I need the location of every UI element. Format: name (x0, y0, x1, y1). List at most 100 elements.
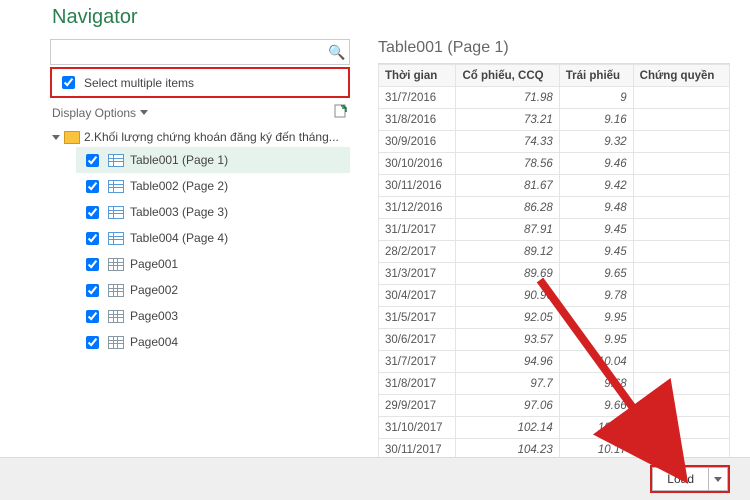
tree-item-checkbox[interactable] (86, 180, 99, 193)
table-cell: 9.45 (559, 219, 633, 241)
select-multiple-label: Select multiple items (84, 76, 194, 90)
table-cell: 104.23 (456, 439, 559, 458)
tree-item-label: Table004 (Page 4) (130, 231, 228, 245)
column-header[interactable]: Cổ phiếu, CCQ (456, 65, 559, 87)
table-row[interactable]: 31/8/201797.79.68 (379, 373, 730, 395)
table-row[interactable]: 30/6/201793.579.95 (379, 329, 730, 351)
table-cell: 30/9/2016 (379, 131, 456, 153)
tree-item-label: Table002 (Page 2) (130, 179, 228, 193)
table-row[interactable]: 31/7/201794.9610.04 (379, 351, 730, 373)
table-row[interactable]: 29/9/201797.069.66 (379, 395, 730, 417)
table-cell: 31/7/2016 (379, 87, 456, 109)
table-cell: 9.46 (559, 153, 633, 175)
tree-item-label: Page001 (130, 257, 178, 271)
tree-item[interactable]: Page001 (76, 251, 350, 277)
table-cell: 10.17 (559, 439, 633, 458)
tree-item-checkbox[interactable] (86, 206, 99, 219)
table-row[interactable]: 30/11/2017104.2310.17 (379, 439, 730, 458)
table-cell (633, 351, 729, 373)
column-header[interactable]: Chứng quyền (633, 65, 729, 87)
table-cell (633, 263, 729, 285)
table-cell: 87.91 (456, 219, 559, 241)
navigator-pane: 🔍 Select multiple items Display Options (50, 39, 350, 457)
table-row[interactable]: 31/7/201671.989 (379, 87, 730, 109)
table-cell: 73.21 (456, 109, 559, 131)
tree-item-checkbox[interactable] (86, 258, 99, 271)
table-cell: 97.7 (456, 373, 559, 395)
tree-item[interactable]: Table001 (Page 1) (76, 147, 350, 173)
load-button[interactable]: Load (652, 467, 709, 491)
tree-item[interactable]: Page002 (76, 277, 350, 303)
table-cell: 31/7/2017 (379, 351, 456, 373)
table-row[interactable]: 31/3/201789.699.65 (379, 263, 730, 285)
tree-item[interactable]: Table003 (Page 3) (76, 199, 350, 225)
table-cell (633, 241, 729, 263)
tree-item-label: Page003 (130, 309, 178, 323)
tree-item-checkbox[interactable] (86, 232, 99, 245)
table-row[interactable]: 31/8/201673.219.16 (379, 109, 730, 131)
table-cell (633, 439, 729, 458)
table-cell: 9.68 (559, 373, 633, 395)
table-row[interactable]: 30/10/201678.569.46 (379, 153, 730, 175)
search-input[interactable] (51, 40, 325, 64)
table-cell: 30/4/2017 (379, 285, 456, 307)
table-cell: 97.06 (456, 395, 559, 417)
table-cell: 9.48 (559, 197, 633, 219)
tree-item[interactable]: Table004 (Page 4) (76, 225, 350, 251)
table-cell (633, 395, 729, 417)
table-cell: 31/10/2017 (379, 417, 456, 439)
tree-item-label: Page002 (130, 283, 178, 297)
table-cell (633, 87, 729, 109)
table-row[interactable]: 31/12/201686.289.48 (379, 197, 730, 219)
page-icon (108, 258, 124, 271)
table-row[interactable]: 31/5/201792.059.95 (379, 307, 730, 329)
tree-item[interactable]: Page004 (76, 329, 350, 355)
tree-item-checkbox[interactable] (86, 284, 99, 297)
select-multiple-items[interactable]: Select multiple items (50, 67, 350, 98)
page-icon (108, 284, 124, 297)
window-title: Navigator (0, 0, 750, 29)
column-header[interactable]: Trái phiếu (559, 65, 633, 87)
table-row[interactable]: 31/1/201787.919.45 (379, 219, 730, 241)
table-cell: 94.96 (456, 351, 559, 373)
tree-item-checkbox[interactable] (86, 336, 99, 349)
table-cell: 29/9/2017 (379, 395, 456, 417)
table-icon (108, 154, 124, 167)
table-cell: 31/1/2017 (379, 219, 456, 241)
column-header[interactable]: Thời gian (379, 65, 456, 87)
search-row: 🔍 (50, 39, 350, 65)
table-row[interactable]: 28/2/201789.129.45 (379, 241, 730, 263)
table-cell: 10.04 (559, 351, 633, 373)
table-cell (633, 197, 729, 219)
table-row[interactable]: 30/11/201681.679.42 (379, 175, 730, 197)
table-row[interactable]: 30/4/201790.969.78 (379, 285, 730, 307)
tree-root-folder[interactable]: 2.Khối lượng chứng khoán đăng ký đến thá… (50, 127, 350, 147)
search-icon[interactable]: 🔍 (325, 44, 349, 61)
table-cell: 93.57 (456, 329, 559, 351)
table-cell: 31/12/2016 (379, 197, 456, 219)
tree-item[interactable]: Table002 (Page 2) (76, 173, 350, 199)
tree-item-checkbox[interactable] (86, 310, 99, 323)
table-cell (633, 285, 729, 307)
refresh-icon[interactable] (334, 104, 348, 121)
table-cell: 30/11/2016 (379, 175, 456, 197)
folder-icon (64, 131, 80, 144)
table-row[interactable]: 31/10/2017102.1410.16 (379, 417, 730, 439)
footer-bar: Load (0, 457, 750, 500)
table-cell: 31/3/2017 (379, 263, 456, 285)
tree-item-checkbox[interactable] (86, 154, 99, 167)
table-cell: 9.45 (559, 241, 633, 263)
table-cell: 9.42 (559, 175, 633, 197)
load-split-button[interactable] (709, 467, 728, 491)
tree-item[interactable]: Page003 (76, 303, 350, 329)
preview-table: Thời gianCổ phiếu, CCQTrái phiếuChứng qu… (378, 64, 730, 457)
tree-item-label: Table001 (Page 1) (130, 153, 228, 167)
table-row[interactable]: 30/9/201674.339.32 (379, 131, 730, 153)
table-cell: 28/2/2017 (379, 241, 456, 263)
table-cell (633, 109, 729, 131)
select-multiple-checkbox[interactable] (62, 76, 75, 89)
table-cell: 9.78 (559, 285, 633, 307)
table-cell: 30/11/2017 (379, 439, 456, 458)
display-options-button[interactable]: Display Options (52, 106, 148, 120)
table-cell: 30/6/2017 (379, 329, 456, 351)
